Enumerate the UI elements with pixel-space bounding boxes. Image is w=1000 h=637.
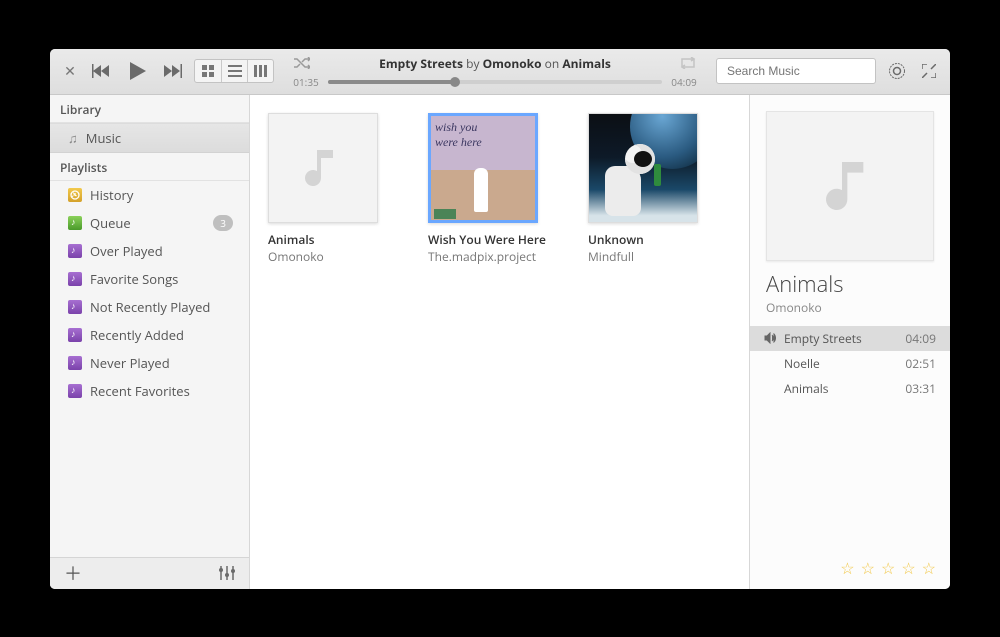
sidebar-item-label: Music (86, 129, 121, 147)
np-album: Animals (562, 55, 611, 72)
album-card[interactable]: Wish You Were Here The.madpix.project (428, 113, 558, 265)
album-cover[interactable] (428, 113, 538, 223)
close-button[interactable]: ✕ (60, 59, 80, 84)
queue-badge: 3 (213, 215, 233, 231)
now-playing-title: Empty Streets by Omonoko on Animals (322, 55, 668, 72)
shuffle-button[interactable] (290, 53, 314, 73)
star-icon[interactable]: ☆ (901, 557, 915, 579)
library-header: Library (50, 95, 249, 123)
playlists-header: Playlists (50, 153, 249, 181)
view-mode-switcher (194, 59, 274, 83)
view-list-button[interactable] (221, 60, 247, 82)
sidebar-item-not-recently-played[interactable]: Not Recently Played (50, 293, 249, 321)
track-duration: 03:31 (905, 380, 936, 397)
previous-button[interactable] (88, 60, 114, 82)
track-duration: 04:09 (905, 330, 936, 347)
album-artist: Mindfull (588, 248, 718, 265)
search-input[interactable] (727, 64, 882, 78)
album-card[interactable]: Animals Omonoko (268, 113, 398, 265)
album-card[interactable]: Unknown Mindfull (588, 113, 718, 265)
album-grid: Animals Omonoko Wish You Were Here The.m… (250, 95, 750, 589)
now-playing: Empty Streets by Omonoko on Animals 01:3… (282, 53, 708, 89)
now-playing-panel: Animals Omonoko Empty Streets 04:09 Noel… (750, 95, 950, 589)
playlist-icon (68, 356, 82, 370)
next-button[interactable] (160, 60, 186, 82)
sidebar: Library ♫ Music Playlists History Queue … (50, 95, 250, 589)
sidebar-item-history[interactable]: History (50, 181, 249, 209)
music-note-icon (818, 154, 882, 218)
sidebar-item-label: Queue (90, 214, 131, 232)
sidebar-item-label: Over Played (90, 242, 163, 260)
track-title: Animals (784, 380, 905, 397)
album-title: Wish You Were Here (428, 231, 558, 248)
star-icon[interactable]: ☆ (861, 557, 875, 579)
music-note-icon (299, 144, 347, 192)
panel-album-artist: Omonoko (750, 299, 950, 326)
sidebar-item-never-played[interactable]: Never Played (50, 349, 249, 377)
album-artist: The.madpix.project (428, 248, 558, 265)
panel-album-title: Animals (750, 269, 950, 299)
sidebar-item-label: Never Played (90, 354, 170, 372)
sidebar-footer: ＋ (50, 557, 249, 589)
track-duration: 02:51 (905, 355, 936, 372)
queue-icon (68, 216, 82, 230)
sidebar-item-label: Favorite Songs (90, 270, 178, 288)
toolbar: ✕ Empty (50, 49, 950, 95)
playlist-icon (68, 244, 82, 258)
fullscreen-button[interactable] (918, 60, 940, 82)
sidebar-item-recently-added[interactable]: Recently Added (50, 321, 249, 349)
playlist-icon (68, 272, 82, 286)
sidebar-item-label: Not Recently Played (90, 298, 210, 316)
music-icon: ♫ (68, 129, 78, 147)
view-column-button[interactable] (247, 60, 273, 82)
sidebar-item-label: Recently Added (90, 326, 184, 344)
star-icon[interactable]: ☆ (840, 557, 854, 579)
search-field[interactable] (716, 58, 876, 84)
album-title: Animals (268, 231, 398, 248)
sidebar-item-overplayed[interactable]: Over Played (50, 237, 249, 265)
panel-album-cover[interactable] (766, 111, 934, 261)
history-icon (68, 188, 82, 202)
track-title: Empty Streets (784, 330, 905, 347)
sidebar-item-queue[interactable]: Queue 3 (50, 209, 249, 237)
album-artist: Omonoko (268, 248, 398, 265)
view-grid-button[interactable] (195, 60, 221, 82)
playlist-icon (68, 384, 82, 398)
star-icon[interactable]: ☆ (881, 557, 895, 579)
sidebar-item-recent-favorites[interactable]: Recent Favorites (50, 377, 249, 405)
np-on: on (545, 55, 560, 72)
np-track-name: Empty Streets (379, 55, 463, 72)
album-title: Unknown (588, 231, 718, 248)
total-time: 04:09 (668, 75, 700, 89)
star-icon[interactable]: ☆ (922, 557, 936, 579)
album-cover[interactable] (588, 113, 698, 223)
track-title: Noelle (784, 355, 905, 372)
sidebar-item-label: Recent Favorites (90, 382, 190, 400)
sidebar-item-label: History (90, 186, 133, 204)
rating-stars[interactable]: ☆ ☆ ☆ ☆ ☆ (750, 547, 950, 589)
sidebar-item-favorite-songs[interactable]: Favorite Songs (50, 265, 249, 293)
track-row[interactable]: Noelle 02:51 (750, 351, 950, 376)
track-list: Empty Streets 04:09 Noelle 02:51 Animals… (750, 326, 950, 401)
repeat-button[interactable] (676, 53, 700, 73)
track-row[interactable]: Animals 03:31 (750, 376, 950, 401)
play-button[interactable] (122, 56, 152, 86)
settings-button[interactable] (884, 58, 910, 84)
album-cover[interactable] (268, 113, 378, 223)
np-artist: Omonoko (483, 55, 542, 72)
elapsed-time: 01:35 (290, 75, 322, 89)
add-playlist-button[interactable]: ＋ (60, 556, 86, 589)
speaker-icon (764, 332, 780, 344)
sidebar-item-music[interactable]: ♫ Music (50, 123, 249, 153)
equalizer-button[interactable] (215, 562, 239, 584)
playlist-icon (68, 328, 82, 342)
track-row[interactable]: Empty Streets 04:09 (750, 326, 950, 351)
np-by: by (466, 55, 479, 72)
progress-bar[interactable] (328, 80, 662, 84)
playlist-icon (68, 300, 82, 314)
